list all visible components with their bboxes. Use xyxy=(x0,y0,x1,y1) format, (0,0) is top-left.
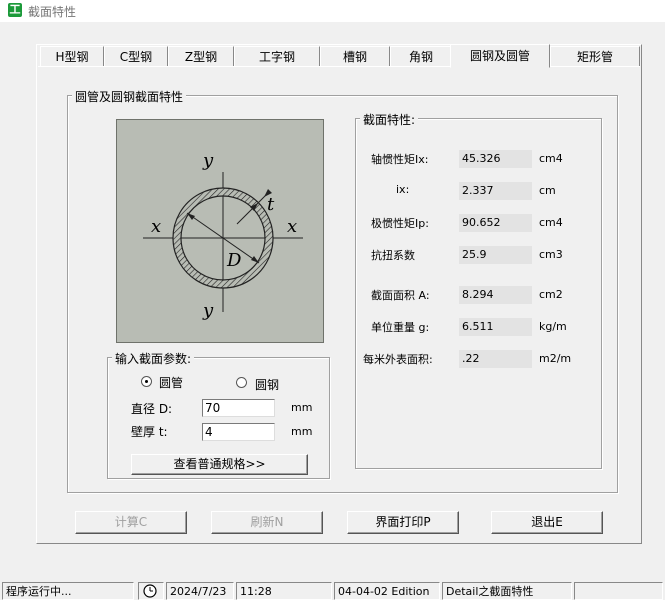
clock-icon xyxy=(143,584,157,598)
prop-unit-area: cm2 xyxy=(539,288,563,301)
prop-unit-surface: m2/m xyxy=(539,352,572,365)
section-group-title: 圆管及圆钢截面特性 xyxy=(72,88,187,105)
diameter-input[interactable]: 70 xyxy=(202,399,275,417)
prop-label-surface: 每米外表面积: xyxy=(363,353,433,366)
label-y-top: y xyxy=(202,150,214,171)
prop-value-torsion: 25.9 xyxy=(459,246,532,264)
prop-label-torsion: 抗扭系数 xyxy=(371,249,415,262)
prop-unit-weight: kg/m xyxy=(539,320,567,333)
section-diagram: y y x x t D xyxy=(116,119,324,343)
refresh-button[interactable]: 刷新N xyxy=(211,511,323,534)
prop-label-weight: 单位重量 g: xyxy=(371,321,430,334)
label-thickness: t xyxy=(267,194,275,215)
print-button[interactable]: 界面打印P xyxy=(347,511,459,534)
thickness-input[interactable]: 4 xyxy=(202,423,275,441)
input-group-title: 输入截面参数: xyxy=(112,350,195,367)
prop-label-ix-inertia: 轴惯性矩Ix: xyxy=(371,153,429,166)
prop-label-ix-radius: ix: xyxy=(396,183,410,196)
status-time: 11:28 xyxy=(236,582,332,600)
app-icon: 工 xyxy=(8,3,22,17)
prop-value-weight: 6.511 xyxy=(459,318,532,336)
status-edition: 04-04-02 Edition xyxy=(334,582,440,600)
label-y-bottom: y xyxy=(202,300,214,321)
label-diameter: D xyxy=(226,250,242,271)
prop-unit-polar-inertia: cm4 xyxy=(539,216,563,229)
status-bar: 程序运行中... 2024/7/23 11:28 04-04-02 Editio… xyxy=(0,578,665,600)
tab-h-steel[interactable]: H型钢 xyxy=(40,46,104,66)
window-title: 截面特性 xyxy=(28,5,77,19)
prop-value-area: 8.294 xyxy=(459,286,532,304)
radio-tube-label[interactable]: 圆管 xyxy=(159,374,183,391)
tab-round-tube[interactable]: 圆钢及圆管 xyxy=(450,44,550,68)
thickness-label: 壁厚 t: xyxy=(131,425,168,439)
radio-tube[interactable] xyxy=(141,376,152,387)
tab-z-steel[interactable]: Z型钢 xyxy=(168,46,234,66)
calculate-button[interactable]: 计算C xyxy=(75,511,187,534)
thickness-unit: mm xyxy=(291,425,313,438)
label-x-right: x xyxy=(287,216,297,237)
tab-c-steel[interactable]: C型钢 xyxy=(104,46,168,66)
prop-value-ix-radius: 2.337 xyxy=(459,182,532,200)
tube-cross-section-drawing: y y x x t D xyxy=(143,150,303,321)
status-extra xyxy=(574,582,663,600)
diameter-label: 直径 D: xyxy=(131,402,173,416)
tab-angle[interactable]: 角钢 xyxy=(390,46,452,66)
properties-group-title: 截面特性: xyxy=(360,111,419,128)
prop-unit-ix-inertia: cm4 xyxy=(539,152,563,165)
radio-bar[interactable] xyxy=(236,377,247,388)
prop-label-polar-inertia: 极惯性矩Ip: xyxy=(371,217,429,230)
tab-i-beam[interactable]: 工字钢 xyxy=(234,46,320,66)
prop-unit-torsion: cm3 xyxy=(539,248,563,261)
label-x-left: x xyxy=(151,216,161,237)
prop-value-polar-inertia: 90.652 xyxy=(459,214,532,232)
radio-bar-label[interactable]: 圆钢 xyxy=(255,376,279,393)
tab-channel[interactable]: 槽钢 xyxy=(320,46,390,66)
status-state: 程序运行中... xyxy=(2,582,134,600)
exit-button[interactable]: 退出E xyxy=(491,511,603,534)
prop-unit-ix-radius: cm xyxy=(539,184,556,197)
tab-rect-tube[interactable]: 矩形管 xyxy=(550,46,640,66)
title-bar: 工 截面特性 xyxy=(0,0,665,22)
status-module: Detail之截面特性 xyxy=(442,582,572,600)
clock-icon-cell xyxy=(138,582,164,600)
view-spec-button[interactable]: 查看普通规格>> xyxy=(131,454,308,475)
prop-value-surface: .22 xyxy=(459,350,532,368)
diameter-unit: mm xyxy=(291,401,313,414)
prop-label-area: 截面面积 A: xyxy=(371,289,430,302)
status-date: 2024/7/23 xyxy=(166,582,234,600)
prop-value-ix-inertia: 45.326 xyxy=(459,150,532,168)
